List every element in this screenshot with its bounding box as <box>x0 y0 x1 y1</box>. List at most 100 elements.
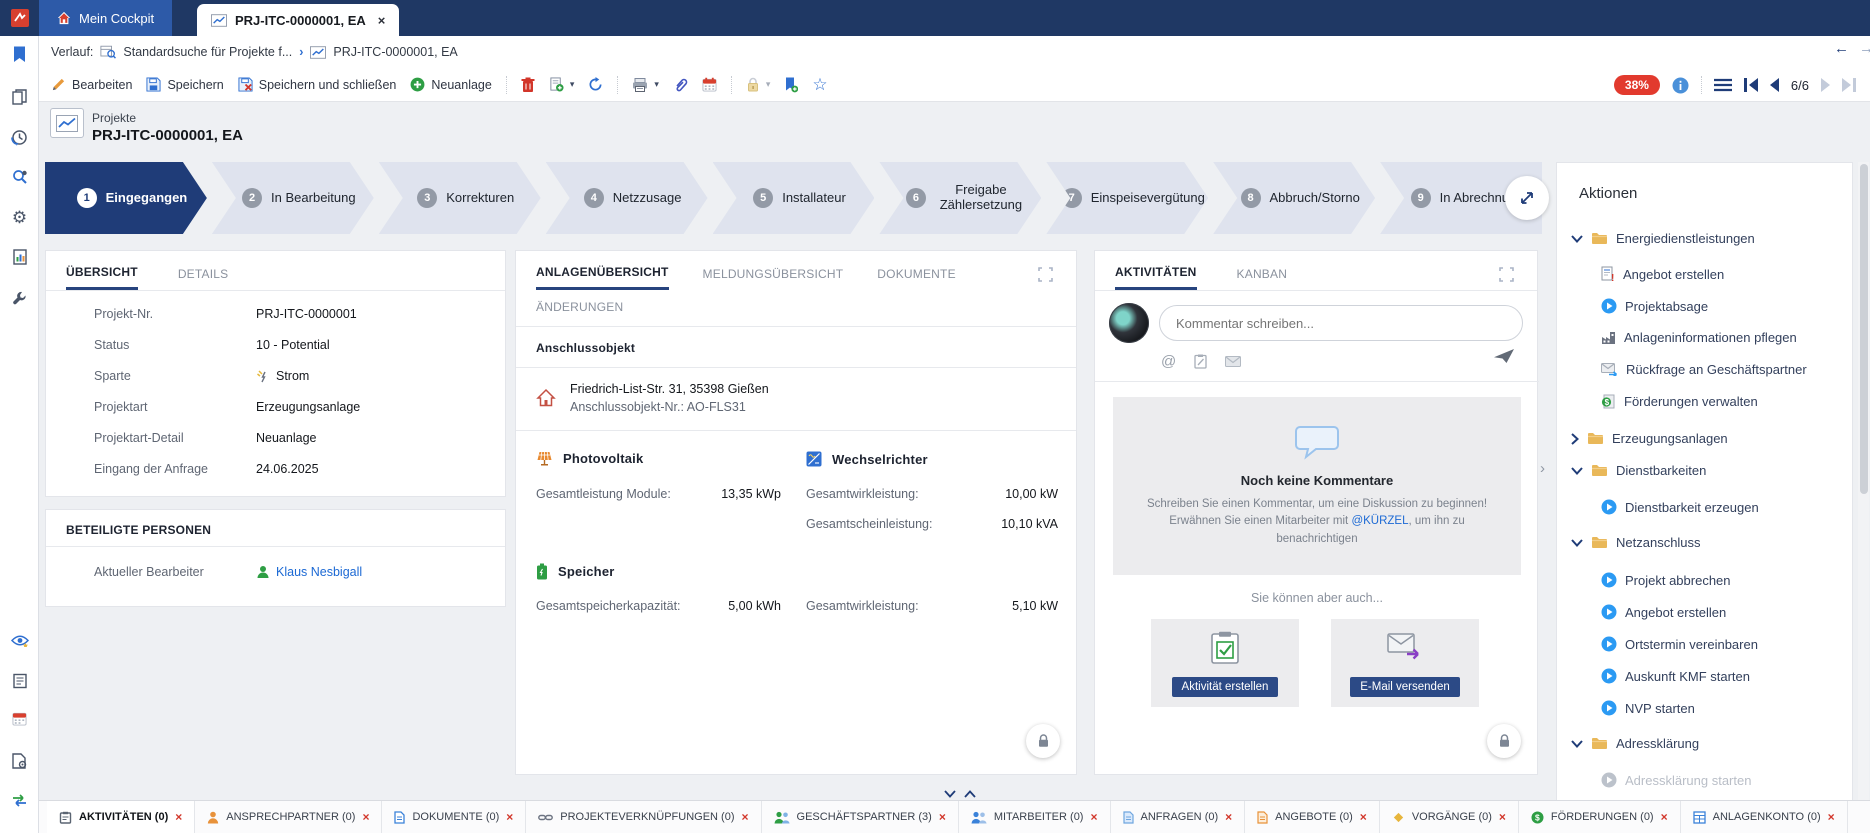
history-icon[interactable] <box>9 127 30 148</box>
bookmark-icon[interactable] <box>9 44 30 65</box>
previous-record-button[interactable] <box>1770 78 1779 92</box>
action-nvp-starten[interactable]: NVP starten <box>1601 700 1695 716</box>
delete-icon[interactable] <box>521 77 535 93</box>
tab-record[interactable]: PRJ-ITC-0000001, EA × <box>197 4 399 36</box>
bottom-tab-vorgaenge[interactable]: VORGÄNGE (0) × <box>1380 801 1519 833</box>
watchlist-icon[interactable] <box>9 630 30 651</box>
step-eingegangen[interactable]: 1Eingegangen <box>45 162 207 234</box>
favorite-star-icon[interactable]: ☆ <box>812 76 827 93</box>
chevron-down-icon[interactable] <box>944 790 956 798</box>
bottom-tab-aktivitaeten[interactable]: AKTIVITÄTEN (0) × <box>47 801 195 833</box>
pages-icon[interactable] <box>9 86 30 107</box>
tab-aenderungen[interactable]: ÄNDERUNGEN <box>536 300 623 314</box>
tree-folder-netzanschluss[interactable]: Netzanschluss <box>1571 535 1701 550</box>
first-record-button[interactable] <box>1744 78 1758 92</box>
tab-mein-cockpit[interactable]: Mein Cockpit <box>39 0 172 36</box>
tab-meldungsuebersicht[interactable]: MELDUNGSÜBERSICHT <box>703 267 844 289</box>
collapse-process-button[interactable] <box>1505 176 1549 220</box>
bottom-tab-foerderungen[interactable]: $ FÖRDERUNGEN (0) × <box>1519 801 1681 833</box>
bottom-tab-mitarbeiter[interactable]: MITARBEITER (0) × <box>959 801 1111 833</box>
action-angebot-erstellen-netz[interactable]: Angebot erstellen <box>1601 604 1726 620</box>
close-tab-icon[interactable]: × <box>742 810 749 824</box>
document-settings-icon[interactable] <box>9 750 30 771</box>
action-ortstermin-vereinbaren[interactable]: Ortstermin vereinbaren <box>1601 636 1758 652</box>
back-arrow-icon[interactable]: ← <box>1834 40 1849 57</box>
info-icon[interactable] <box>1672 77 1689 94</box>
action-projekt-abbrechen[interactable]: Projekt abbrechen <box>1601 572 1731 588</box>
bottom-tab-geschaeftspartner[interactable]: GESCHÄFTSPARTNER (3) × <box>762 801 959 833</box>
sync-icon[interactable] <box>9 790 30 811</box>
forward-arrow-icon[interactable]: → <box>1859 40 1870 57</box>
bottom-tab-anfragen[interactable]: ANFRAGEN (0) × <box>1111 801 1246 833</box>
breadcrumb-record-link[interactable]: PRJ-ITC-0000001, EA <box>333 45 457 59</box>
action-anlageninformationen-pflegen[interactable]: Anlageninformationen pflegen <box>1601 330 1797 345</box>
export-record-button[interactable]: ▾ <box>549 77 575 92</box>
notes-icon[interactable] <box>9 670 30 691</box>
action-angebot-erstellen[interactable]: ! Angebot erstellen <box>1601 266 1724 282</box>
next-record-button[interactable] <box>1821 78 1830 92</box>
create-activity-button[interactable]: Aktivität erstellen <box>1172 677 1279 697</box>
breadcrumb-search-link[interactable]: Standardsuche für Projekte f... <box>123 45 292 59</box>
tab-dokumente[interactable]: DOKUMENTE <box>877 267 955 289</box>
action-adressklaerung-starten[interactable]: Adressklärung starten <box>1601 772 1751 788</box>
edit-button[interactable]: Bearbeiten <box>51 77 132 92</box>
report-icon[interactable] <box>9 246 30 267</box>
gear-icon[interactable]: ⚙ <box>9 207 30 228</box>
bookmark-add-icon[interactable] <box>784 77 798 93</box>
send-email-card[interactable]: E-Mail versenden <box>1331 619 1479 707</box>
tree-folder-energiedienstleistungen[interactable]: Energiedienstleistungen <box>1571 231 1755 246</box>
step-korrekturen[interactable]: 3Korrekturen <box>379 162 541 234</box>
tab-anlagenuebersicht[interactable]: ANLAGENÜBERSICHT <box>536 265 669 290</box>
lock-button[interactable]: ▾ <box>746 77 771 92</box>
action-rueckfrage-geschaeftspartner[interactable]: Rückfrage an Geschäftspartner <box>1601 362 1807 377</box>
create-new-button[interactable]: Neuanlage <box>410 77 491 92</box>
tab-details[interactable]: DETAILS <box>178 267 229 289</box>
send-email-button[interactable]: E-Mail versenden <box>1350 677 1459 697</box>
bottom-tab-ansprechpartner[interactable]: ANSPRECHPARTNER (0) × <box>195 801 382 833</box>
step-netzzusage[interactable]: 4Netzzusage <box>546 162 708 234</box>
tree-folder-erzeugungsanlagen[interactable]: Erzeugungsanlagen <box>1571 431 1728 446</box>
action-dienstbarkeit-erzeugen[interactable]: Dienstbarkeit erzeugen <box>1601 499 1759 515</box>
close-tab-icon[interactable]: × <box>939 810 946 824</box>
wrench-icon[interactable] <box>9 287 30 308</box>
tree-folder-adressklaerung[interactable]: Adressklärung <box>1571 736 1699 751</box>
vertical-scrollbar[interactable] <box>1858 162 1869 833</box>
tab-aktivitaeten[interactable]: AKTIVITÄTEN <box>1115 265 1197 290</box>
refresh-icon[interactable] <box>588 77 603 92</box>
fullscreen-icon[interactable] <box>1038 267 1053 282</box>
create-activity-card[interactable]: Aktivität erstellen <box>1151 619 1299 707</box>
close-tab-icon[interactable]: × <box>1360 810 1367 824</box>
close-tab-icon[interactable]: × <box>1499 810 1506 824</box>
close-tab-icon[interactable]: × <box>362 810 369 824</box>
bottom-tab-angebote[interactable]: ANGEBOTE (0) × <box>1245 801 1380 833</box>
fullscreen-icon[interactable] <box>1499 267 1514 282</box>
mention-icon[interactable]: @ <box>1161 353 1176 370</box>
step-installateur[interactable]: 5Installateur <box>713 162 875 234</box>
step-in-bearbeitung[interactable]: 2In Bearbeitung <box>212 162 374 234</box>
lock-panel-button[interactable] <box>1026 724 1060 758</box>
app-logo[interactable] <box>0 0 39 36</box>
bottom-tab-projekteverknuepfungen[interactable]: PROJEKTEVERKNÜPFUNGEN (0) × <box>526 801 761 833</box>
chevron-up-icon[interactable] <box>964 790 976 798</box>
scrollbar-thumb[interactable] <box>1860 164 1868 494</box>
calendar-icon[interactable] <box>9 708 30 729</box>
close-tab-icon[interactable]: × <box>1661 810 1668 824</box>
close-tab-icon[interactable]: × <box>506 810 513 824</box>
mail-icon[interactable] <box>1225 356 1241 367</box>
close-tab-icon[interactable]: × <box>1828 810 1835 824</box>
save-and-close-button[interactable]: Speichern und schließen <box>238 77 397 92</box>
tab-kanban[interactable]: KANBAN <box>1237 267 1288 289</box>
print-button[interactable]: ▾ <box>632 78 659 92</box>
tab-uebersicht[interactable]: ÜBERSICHT <box>66 265 138 290</box>
menu-icon[interactable] <box>1714 78 1732 92</box>
save-button[interactable]: Speichern <box>146 77 223 92</box>
last-record-button[interactable] <box>1842 78 1856 92</box>
close-tab-icon[interactable]: × <box>378 13 386 28</box>
bottom-tab-dokumente[interactable]: DOKUMENTE (0) × <box>382 801 526 833</box>
tree-folder-dienstbarkeiten[interactable]: Dienstbarkeiten <box>1571 463 1706 478</box>
close-tab-icon[interactable]: × <box>175 810 182 824</box>
step-freigabe-zaehlersetzung[interactable]: 6Freigabe Zählersetzung <box>879 162 1041 234</box>
step-abbruch-storno[interactable]: 8Abbruch/Storno <box>1213 162 1375 234</box>
calendar-icon[interactable] <box>702 77 717 92</box>
action-foerderungen-verwalten[interactable]: $ Förderungen verwalten <box>1601 394 1758 409</box>
